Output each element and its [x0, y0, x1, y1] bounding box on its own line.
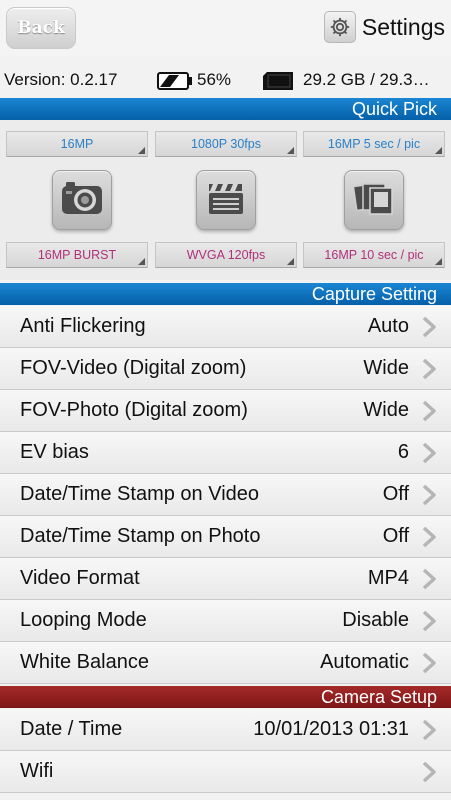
- quick-pick-header: Quick Pick: [0, 98, 451, 120]
- row-value: 6: [397, 441, 409, 463]
- row-label: Date/Time Stamp on Video: [20, 483, 260, 505]
- row-fov-photo[interactable]: FOV-Photo (Digital zoom) Wide: [0, 390, 451, 432]
- row-label: Anti Flickering: [20, 315, 146, 337]
- chevron-right-icon: [419, 399, 439, 428]
- clapperboard-icon: [206, 180, 246, 221]
- sd-card-icon: [262, 71, 294, 96]
- row-looping-mode[interactable]: Looping Mode Disable: [0, 600, 451, 642]
- camera-setup-header: Camera Setup: [0, 686, 451, 708]
- row-label: Looping Mode: [20, 609, 147, 631]
- row-label: Date/Time Stamp on Photo: [20, 525, 261, 547]
- chevron-right-icon: [419, 609, 439, 638]
- row-label: FOV-Video (Digital zoom): [20, 357, 247, 379]
- row-label: EV bias: [20, 441, 89, 463]
- row-value: 10/01/2013 01:31: [253, 718, 409, 740]
- row-anti-flickering[interactable]: Anti Flickering Auto: [0, 306, 451, 348]
- row-value: Off: [382, 525, 409, 547]
- dropdown-corner-icon: [435, 258, 442, 265]
- dropdown-value: 16MP BURST: [37, 248, 117, 262]
- dropdown-corner-icon: [287, 258, 294, 265]
- version-text: Version: 0.2.17: [4, 70, 118, 89]
- dropdown-value: WVGA 120fps: [186, 248, 266, 262]
- quick-pick-panel: 16MP 1080P 30fps 16MP 5 sec / pic 16MP B…: [0, 120, 451, 280]
- camera-mode-button[interactable]: [52, 170, 112, 230]
- row-white-balance[interactable]: White Balance Automatic: [0, 642, 451, 684]
- chevron-right-icon: [419, 357, 439, 386]
- video-mode-button[interactable]: [196, 170, 256, 230]
- photo-resolution-dropdown[interactable]: 16MP: [6, 131, 148, 157]
- row-label: Video Format: [20, 567, 140, 589]
- camera-icon: [60, 180, 104, 221]
- burst-dropdown[interactable]: 16MP BURST: [6, 242, 148, 268]
- dropdown-corner-icon: [138, 258, 145, 265]
- chevron-right-icon: [419, 651, 439, 680]
- row-value: Off: [382, 483, 409, 505]
- capture-setting-header: Capture Setting: [0, 283, 451, 305]
- row-date-time[interactable]: Date / Time 10/01/2013 01:31: [0, 709, 451, 751]
- row-value: MP4: [367, 567, 409, 589]
- chevron-right-icon: [419, 567, 439, 596]
- timelapse-interval-dropdown[interactable]: 16MP 10 sec / pic: [303, 242, 445, 268]
- row-value: Auto: [367, 315, 409, 337]
- chevron-right-icon: [419, 525, 439, 554]
- video-resolution-dropdown[interactable]: 1080P 30fps: [155, 131, 297, 157]
- dropdown-value: 16MP: [60, 137, 94, 151]
- row-label: FOV-Photo (Digital zoom): [20, 399, 248, 421]
- back-button[interactable]: Back: [6, 7, 76, 49]
- video-highspeed-dropdown[interactable]: WVGA 120fps: [155, 242, 297, 268]
- row-video-format[interactable]: Video Format MP4: [0, 558, 451, 600]
- gear-icon: [323, 11, 356, 43]
- dropdown-value: 16MP 5 sec / pic: [327, 137, 421, 151]
- status-bar: Version: 0.2.17 56% 29.2 GB / 29.3…: [0, 62, 451, 96]
- timelapse-dropdown[interactable]: 16MP 5 sec / pic: [303, 131, 445, 157]
- row-stamp-photo[interactable]: Date/Time Stamp on Photo Off: [0, 516, 451, 558]
- dropdown-corner-icon: [435, 147, 442, 154]
- row-stamp-video[interactable]: Date/Time Stamp on Video Off: [0, 474, 451, 516]
- storage-text: 29.2 GB / 29.3…: [303, 70, 430, 89]
- dropdown-value: 1080P 30fps: [191, 137, 261, 151]
- settings-label: Settings: [361, 13, 445, 40]
- chevron-right-icon: [419, 441, 439, 470]
- row-value: Automatic: [320, 651, 409, 673]
- timelapse-mode-button[interactable]: [344, 170, 404, 230]
- dropdown-corner-icon: [138, 147, 145, 154]
- row-ev-bias[interactable]: EV bias 6: [0, 432, 451, 474]
- row-label: Date / Time: [20, 718, 123, 740]
- chevron-right-icon: [419, 760, 439, 789]
- row-wifi[interactable]: Wifi: [0, 751, 451, 793]
- row-value: Wide: [363, 357, 409, 379]
- battery-icon: [157, 72, 193, 95]
- dropdown-value: 16MP 10 sec / pic: [324, 248, 424, 262]
- battery-percent: 56%: [197, 70, 232, 89]
- chevron-right-icon: [419, 315, 439, 344]
- row-value: Disable: [342, 609, 409, 631]
- row-value: Wide: [363, 399, 409, 421]
- row-label: Wifi: [20, 760, 54, 782]
- chevron-right-icon: [419, 718, 439, 747]
- settings-button[interactable]: Settings: [323, 8, 445, 46]
- row-fov-video[interactable]: FOV-Video (Digital zoom) Wide: [0, 348, 451, 390]
- chevron-right-icon: [419, 483, 439, 512]
- dropdown-corner-icon: [287, 147, 294, 154]
- row-label: White Balance: [20, 651, 149, 673]
- photo-stack-icon: [352, 179, 395, 222]
- top-bar: Back Settings: [0, 0, 451, 56]
